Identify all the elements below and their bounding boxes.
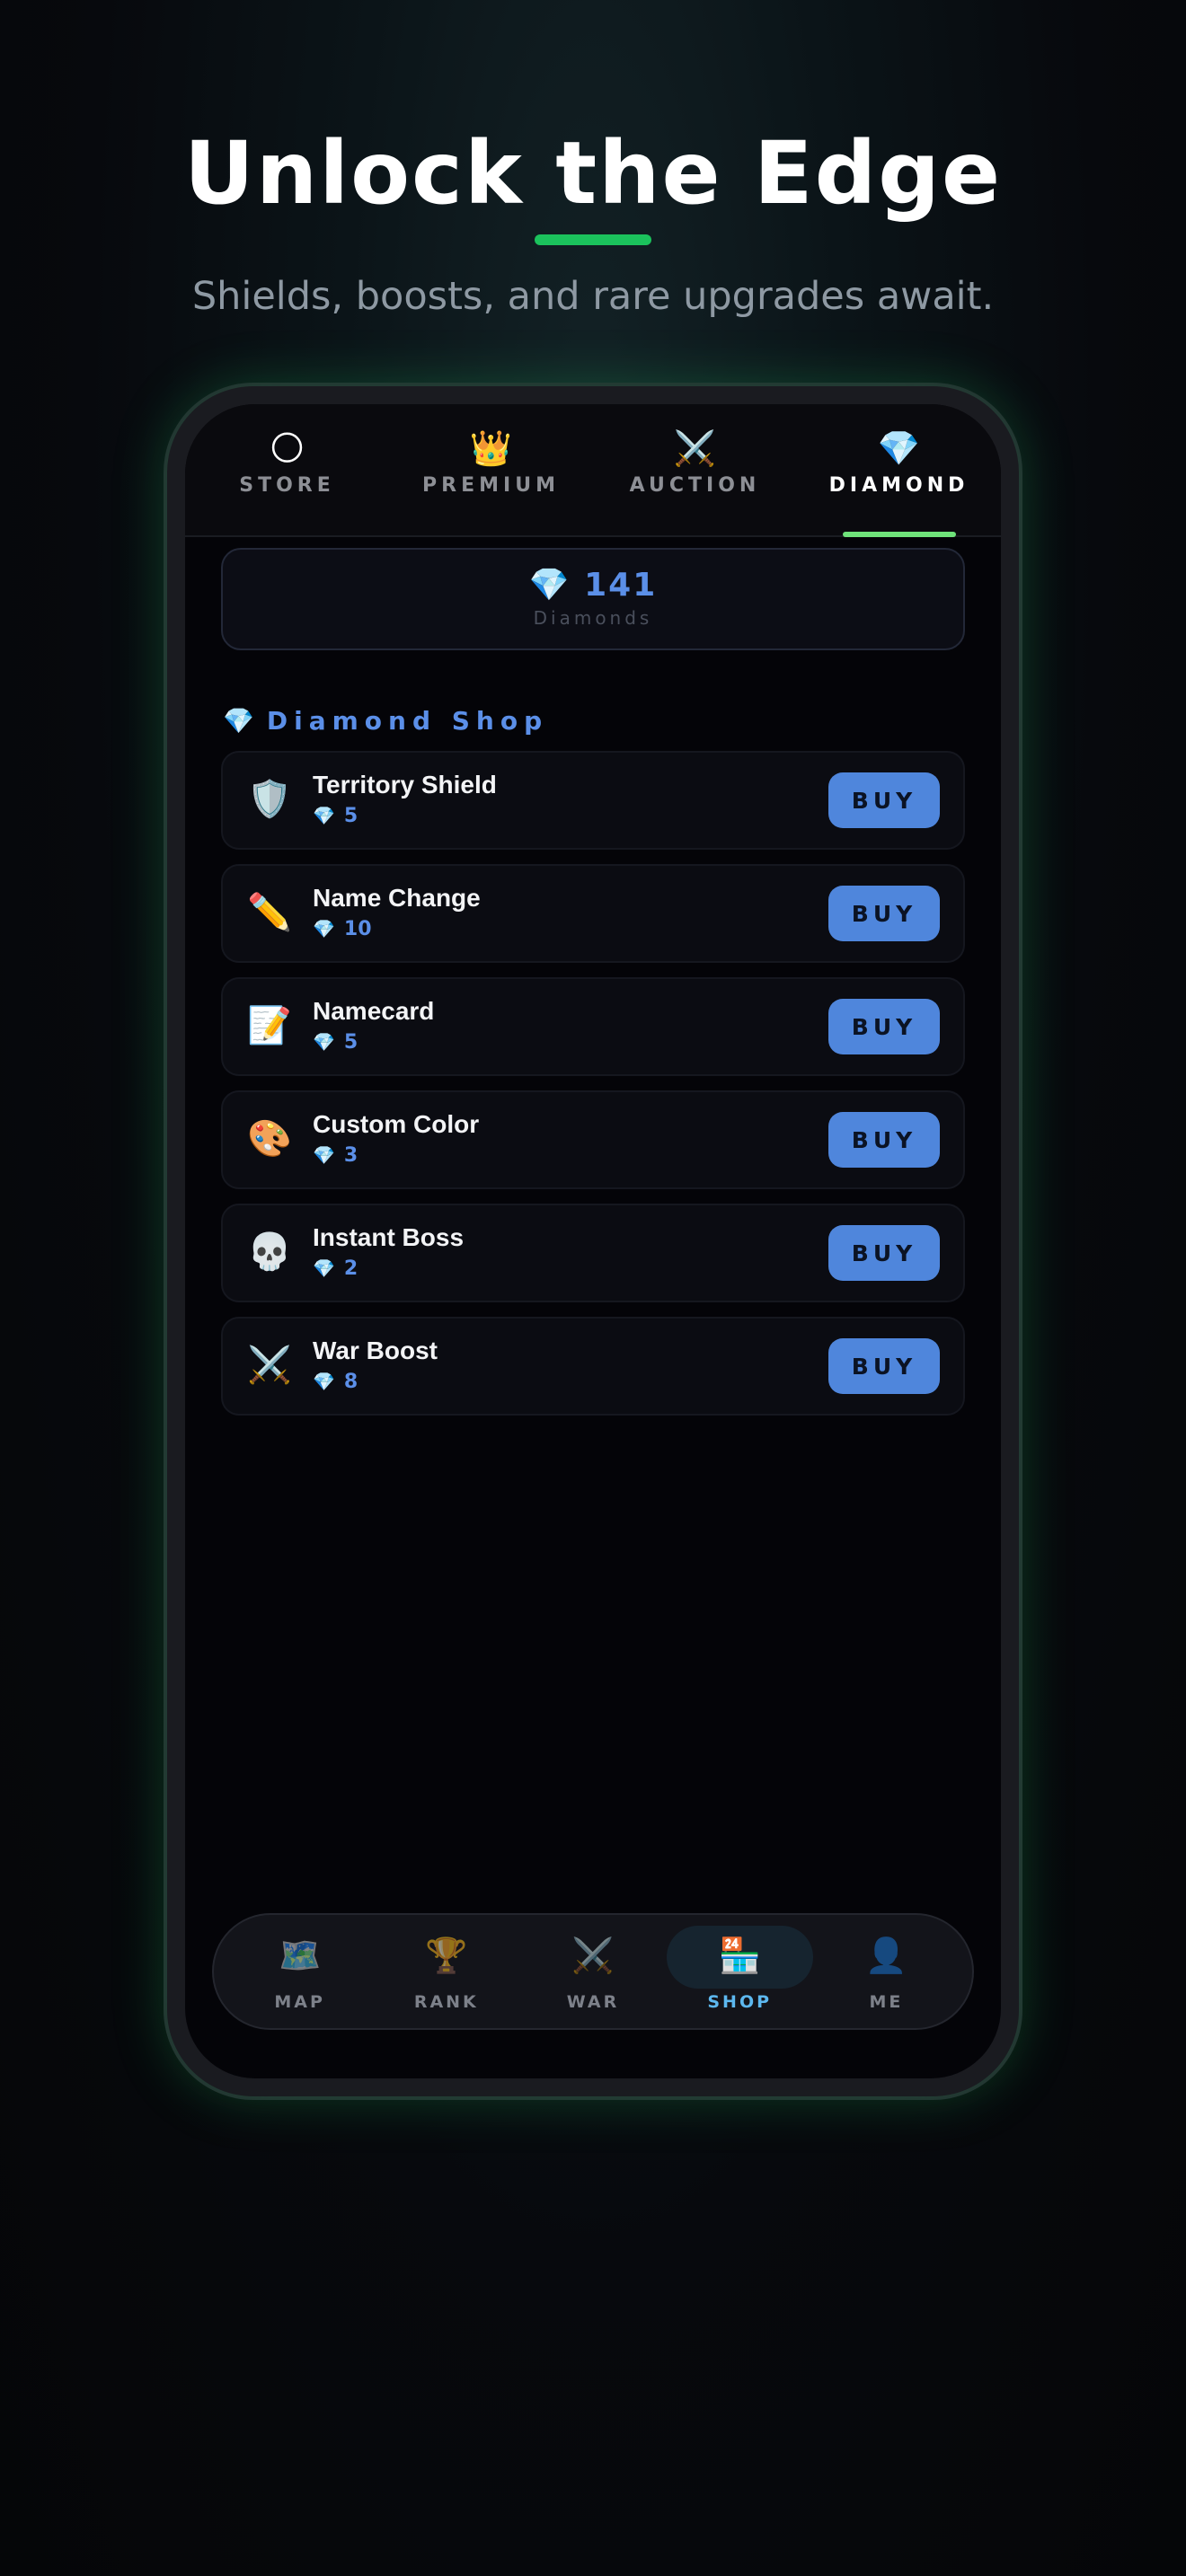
shop-item-custom-color: 🎨 Custom Color 💎 3 BUY	[221, 1090, 965, 1189]
shield-icon: 🛡️	[247, 779, 292, 820]
item-price: 💎 5	[313, 805, 358, 827]
hero-subtitle: Shields, boosts, and rare upgrades await…	[191, 274, 995, 319]
diamond-balance-amount: 141	[584, 567, 658, 604]
phone-frame: 🌕 STORE 👑 PREMIUM ⚔️ AUCTION 💎 DIAMOND 💎…	[167, 386, 1019, 2096]
app-screen: 🌕 STORE 👑 PREMIUM ⚔️ AUCTION 💎 DIAMOND 💎…	[185, 404, 1001, 2078]
map-icon: 🗺️	[278, 1936, 322, 1975]
item-price: 💎 2	[313, 1257, 358, 1280]
item-name: Name Change	[313, 884, 481, 912]
item-name: Instant Boss	[313, 1223, 465, 1251]
gem-icon: 💎	[313, 918, 335, 940]
item-price-value: 5	[343, 1031, 358, 1054]
nav-item-rank[interactable]: 🏆 RANK	[373, 1922, 519, 2021]
gem-icon: 💎	[223, 706, 254, 736]
gem-icon: 💎	[877, 428, 921, 468]
buy-button[interactable]: BUY	[828, 1112, 940, 1168]
trophy-icon: 🏆	[425, 1936, 468, 1975]
bottom-nav: 🗺️ MAP 🏆 RANK ⚔️ WAR 🏪 SHOP 👤 ME	[212, 1913, 974, 2030]
hero-underline	[535, 234, 651, 245]
nav-label: ME	[869, 1992, 904, 2012]
tab-label: PREMIUM	[422, 474, 560, 497]
buy-button[interactable]: BUY	[828, 999, 940, 1054]
item-price: 💎 10	[313, 918, 372, 940]
active-tab-indicator	[842, 532, 956, 537]
shop-item-war-boost: ⚔️ War Boost 💎 8 BUY	[221, 1317, 965, 1416]
pencil-icon: ✏️	[247, 892, 292, 933]
gem-icon: 💎	[313, 805, 335, 826]
nav-label: MAP	[274, 1992, 325, 2012]
diamond-balance-card: 💎 141 Diamonds	[221, 548, 965, 650]
gem-icon: 💎	[313, 1144, 335, 1166]
hero-title: Unlock the Edge	[183, 123, 1003, 224]
shop-item-name-change: ✏️ Name Change 💎 10 BUY	[221, 864, 965, 963]
avatar-icon: 👤	[864, 1936, 908, 1975]
item-price-value: 8	[343, 1371, 358, 1393]
item-price-value: 3	[343, 1144, 358, 1167]
gem-icon: 💎	[313, 1031, 335, 1053]
crown-icon: 👑	[469, 428, 513, 468]
gem-icon: 💎	[313, 1257, 335, 1279]
shop-tabs: 🌕 STORE 👑 PREMIUM ⚔️ AUCTION 💎 DIAMOND	[185, 404, 1001, 537]
item-price: 💎 8	[313, 1371, 358, 1393]
tab-auction[interactable]: ⚔️ AUCTION	[593, 404, 797, 535]
tab-premium[interactable]: 👑 PREMIUM	[389, 404, 593, 535]
tab-diamond[interactable]: 💎 DIAMOND	[797, 404, 1001, 537]
tab-label: AUCTION	[629, 474, 761, 497]
buy-button[interactable]: BUY	[828, 772, 940, 828]
item-name: War Boost	[313, 1337, 438, 1364]
crossed-swords-icon: ⚔️	[247, 1345, 292, 1386]
buy-button[interactable]: BUY	[828, 1225, 940, 1281]
palette-icon: 🎨	[247, 1118, 292, 1160]
item-price-value: 5	[343, 805, 358, 827]
buy-button[interactable]: BUY	[828, 1338, 940, 1394]
item-price-value: 10	[343, 918, 372, 940]
shop-item-instant-boss: 💀 Instant Boss 💎 2 BUY	[221, 1204, 965, 1302]
item-price: 💎 5	[313, 1031, 358, 1054]
item-price: 💎 3	[313, 1144, 358, 1167]
item-name: Custom Color	[313, 1110, 480, 1138]
diamond-balance-label: Diamonds	[533, 607, 653, 629]
item-price-value: 2	[343, 1257, 358, 1280]
section-title: 💎 Diamond Shop	[223, 706, 548, 736]
tab-store[interactable]: 🌕 STORE	[185, 404, 389, 535]
gem-icon: 💎	[313, 1371, 335, 1392]
moon-coin-icon: 🌕	[269, 428, 305, 468]
item-name: Namecard	[313, 997, 435, 1025]
memo-icon: 📝	[247, 1005, 292, 1046]
buy-button[interactable]: BUY	[828, 886, 940, 941]
gem-icon: 💎	[528, 567, 571, 604]
nav-label: RANK	[413, 1992, 479, 2012]
nav-item-map[interactable]: 🗺️ MAP	[226, 1922, 373, 2021]
crossed-swords-icon: ⚔️	[673, 428, 717, 468]
tab-label: STORE	[239, 474, 335, 497]
nav-item-me[interactable]: 👤 ME	[813, 1922, 960, 2021]
shop-item-namecard: 📝 Namecard 💎 5 BUY	[221, 977, 965, 1076]
skull-icon: 💀	[247, 1231, 292, 1273]
nav-item-war[interactable]: ⚔️ WAR	[519, 1922, 666, 2021]
shop-item-territory-shield: 🛡️ Territory Shield 💎 5 BUY	[221, 751, 965, 850]
shop-icon: 🏪	[718, 1936, 761, 1975]
nav-label: WAR	[566, 1992, 620, 2012]
nav-label: SHOP	[707, 1992, 773, 2012]
tab-label: DIAMOND	[828, 474, 969, 497]
section-title-text: Diamond Shop	[266, 706, 549, 736]
crossed-swords-icon: ⚔️	[571, 1936, 615, 1975]
item-name: Territory Shield	[313, 771, 497, 798]
nav-item-shop[interactable]: 🏪 SHOP	[666, 1922, 813, 2021]
